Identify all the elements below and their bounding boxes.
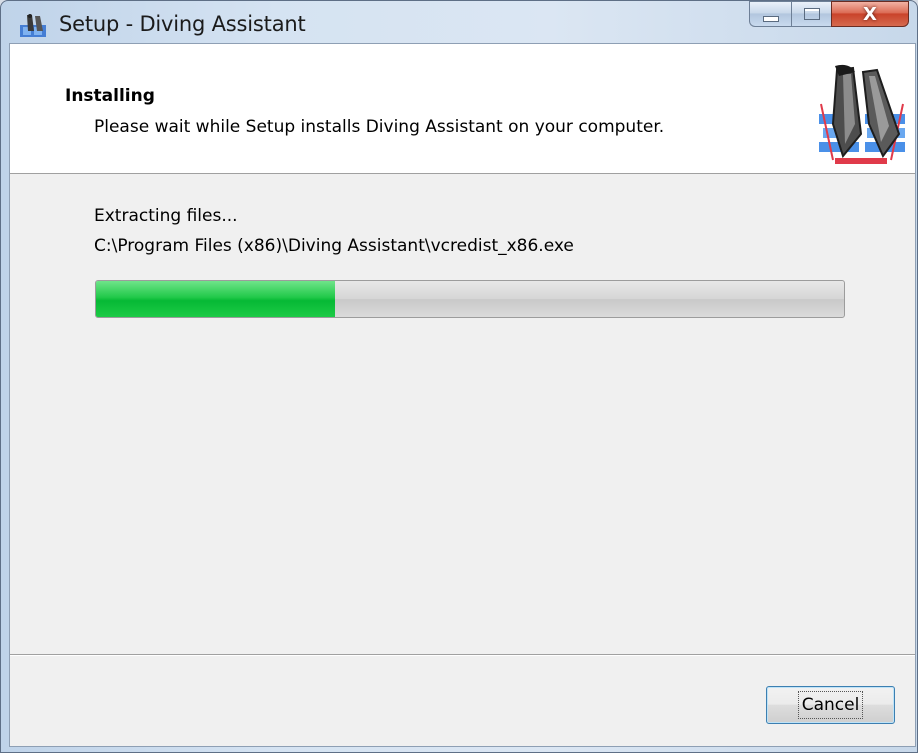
title-bar[interactable]: Setup - Diving Assistant X bbox=[1, 1, 917, 43]
minimize-button[interactable] bbox=[749, 1, 791, 27]
maximize-icon bbox=[803, 8, 820, 20]
caption-buttons: X bbox=[749, 1, 909, 29]
maximize-button[interactable] bbox=[791, 1, 831, 27]
wizard-client-area: Installing Please wait while Setup insta… bbox=[9, 43, 916, 747]
window-title: Setup - Diving Assistant bbox=[59, 12, 306, 36]
status-label: Extracting files... bbox=[94, 206, 238, 226]
current-file-label: C:\Program Files (x86)\Diving Assistant\… bbox=[94, 236, 574, 256]
setup-window: Setup - Diving Assistant X Installing Pl… bbox=[0, 0, 918, 753]
install-progress-bar bbox=[95, 280, 845, 318]
minimize-icon bbox=[762, 15, 779, 22]
diving-fins-icon bbox=[815, 64, 909, 166]
footer-divider bbox=[10, 654, 915, 656]
close-icon: X bbox=[863, 3, 877, 25]
cancel-button-label: Cancel bbox=[797, 691, 864, 719]
setup-app-icon bbox=[20, 14, 46, 37]
page-subtitle: Please wait while Setup installs Diving … bbox=[94, 117, 665, 137]
progress-fill bbox=[96, 281, 336, 317]
cancel-button[interactable]: Cancel bbox=[766, 686, 895, 724]
page-title: Installing bbox=[65, 86, 155, 106]
wizard-header: Installing Please wait while Setup insta… bbox=[10, 44, 915, 174]
close-button[interactable]: X bbox=[831, 1, 909, 27]
